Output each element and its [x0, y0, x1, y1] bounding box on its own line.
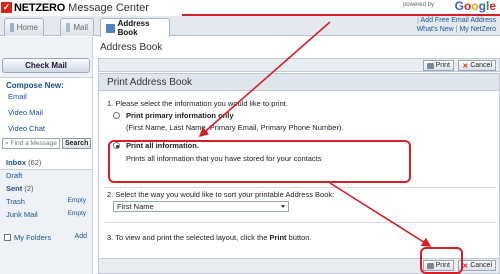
close-icon: ✕ — [462, 62, 469, 70]
tab-mail-label: Mail — [73, 23, 88, 32]
step1-text: 1. Please select the information you wou… — [107, 99, 288, 108]
highlight-box-print — [420, 247, 463, 274]
tab-mail[interactable]: Mail — [60, 18, 94, 36]
netzero-logo: ✓ NETZERO Message Center — [1, 1, 149, 14]
add-folder-link[interactable]: Add — [75, 233, 87, 240]
whats-new-link[interactable]: What's New — [417, 26, 454, 33]
tab-address-book-label: Address Book — [117, 19, 150, 37]
compose-video-chat-link[interactable]: Video Chat — [8, 124, 45, 133]
powered-by-label: powered by — [402, 2, 434, 8]
sidebar: Check Mail Compose New: Email Video Mail… — [0, 37, 93, 274]
search-icon: ⌕ — [5, 140, 9, 147]
search-input[interactable]: ⌕ Find a Message — [2, 138, 60, 149]
option-primary-title: Print primary information only — [126, 111, 234, 120]
highlight-line-top — [182, 14, 500, 16]
header: ✓ NETZERO Message Center powered by Goog… — [0, 0, 500, 15]
panel-title: Print Address Book — [99, 74, 499, 91]
compose-title: Compose New: — [6, 81, 64, 90]
folder-trash[interactable]: Trash — [6, 197, 25, 206]
empty-junk-link[interactable]: Empty — [68, 210, 86, 217]
folder-inbox[interactable]: Inbox (62) — [6, 158, 41, 167]
sort-select[interactable]: First Name — [113, 201, 289, 212]
folder-sent[interactable]: Sent (2) — [6, 184, 34, 193]
divider — [105, 222, 497, 223]
compose-email-link[interactable]: Email — [8, 92, 27, 101]
highlight-box-option — [108, 140, 411, 183]
add-free-email-link[interactable]: Add Free Email Address — [421, 17, 496, 24]
search-row: ⌕ Find a Message Search — [2, 138, 92, 149]
empty-trash-link[interactable]: Empty — [68, 197, 86, 204]
google-logo: Google — [454, 0, 496, 13]
mail-icon — [66, 23, 71, 32]
option-primary-radio[interactable] — [113, 112, 120, 119]
folder-junk-mail[interactable]: Junk Mail — [6, 210, 38, 219]
page: ✓ NETZERO Message Center powered by Goog… — [0, 0, 500, 274]
tab-home[interactable]: Home — [4, 18, 44, 36]
close-icon: ✕ — [462, 262, 469, 270]
address-book-icon — [106, 23, 115, 33]
my-netzero-link[interactable]: My NetZero — [459, 26, 496, 33]
search-button[interactable]: Search — [62, 138, 92, 149]
bottom-cancel-button[interactable]: ✕ Cancel — [458, 260, 496, 271]
printer-icon — [426, 62, 434, 69]
compose-panel: Compose New: Email Video Mail Video Chat — [0, 77, 92, 170]
step2-text: 2. Select the way you would like to sort… — [107, 190, 335, 199]
tab-home-label: Home — [16, 23, 38, 32]
top-print-button[interactable]: Print — [422, 60, 454, 71]
my-folders-checkbox[interactable] — [4, 234, 11, 241]
brand-name: NETZERO — [14, 1, 66, 14]
step3-text: 3. To view and print the selected layout… — [107, 233, 312, 242]
check-mail-button[interactable]: Check Mail — [2, 58, 90, 73]
option-primary-desc: (First Name, Last Name, Primary Email, P… — [126, 123, 344, 132]
top-cancel-button[interactable]: ✕ Cancel — [458, 60, 496, 71]
compose-video-mail-link[interactable]: Video Mail — [8, 108, 43, 117]
top-links: | Add Free Email Address What's New | My… — [416, 17, 496, 33]
my-folders[interactable]: My Folders — [4, 233, 51, 242]
folder-draft[interactable]: Draft — [6, 171, 22, 180]
tab-address-book[interactable]: Address Book — [100, 18, 170, 37]
top-toolbar: Print ✕ Cancel — [98, 58, 500, 72]
divider — [105, 187, 497, 188]
home-icon — [10, 23, 14, 32]
product-name: Message Center — [68, 1, 149, 14]
page-title: Address Book — [100, 42, 163, 53]
chevron-down-icon — [281, 205, 285, 208]
logo-mark-icon: ✓ — [1, 2, 12, 13]
